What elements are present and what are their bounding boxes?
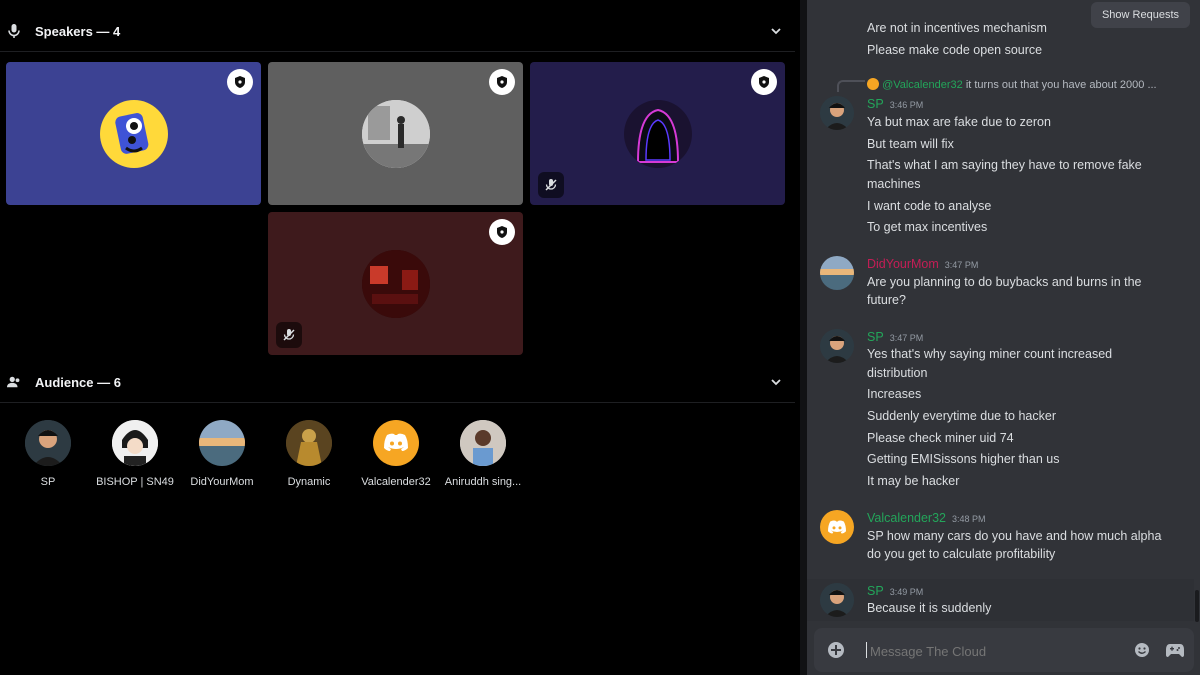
speaker-tile[interactable] [6, 62, 261, 205]
username[interactable]: SP [867, 584, 884, 598]
username[interactable]: SP [867, 330, 884, 344]
audience-member[interactable]: Dynamic [266, 420, 352, 488]
gamepad-icon[interactable] [1166, 643, 1184, 657]
moderator-shield-icon [489, 69, 515, 95]
message-text: Increases [867, 387, 922, 401]
message-header: SP 3:47 PM [867, 330, 923, 344]
discord-logo-icon [373, 420, 419, 466]
audience-name: Aniruddh sing... [444, 476, 522, 488]
message-header: DidYourMom 3:47 PM [867, 257, 978, 271]
message-text: SP how many cars do you have and how muc… [867, 529, 1162, 543]
chevron-down-icon[interactable] [769, 24, 783, 38]
avatar[interactable] [820, 256, 854, 290]
moderator-shield-icon [751, 69, 777, 95]
avatar [112, 420, 158, 466]
chevron-down-icon[interactable] [769, 375, 783, 389]
speaker-tile[interactable] [268, 62, 523, 205]
audience-member[interactable]: DidYourMom [179, 420, 265, 488]
message-hover-row[interactable] [807, 579, 1194, 621]
avatar [25, 420, 71, 466]
chat-panel: Show Requests Are not in incentives mech… [807, 0, 1200, 675]
username[interactable]: SP [867, 97, 884, 111]
message-text: Suddenly everytime due to hacker [867, 409, 1056, 423]
avatar [361, 99, 430, 168]
message-text: Because it is suddenly [867, 601, 992, 615]
reply-connector [837, 80, 865, 92]
avatar [99, 99, 168, 168]
reply-reference[interactable]: @Valcalender32 it turns out that you hav… [867, 78, 1157, 91]
text-cursor [866, 642, 867, 658]
avatar [361, 249, 430, 318]
stage-panel: Speakers — 4 Audience — 6 SP BISHOP | SN… [0, 0, 800, 675]
avatar [623, 99, 692, 168]
avatar [286, 420, 332, 466]
message-text: future? [867, 293, 906, 307]
message-composer [814, 628, 1194, 672]
audience-member[interactable]: Valcalender32 [353, 420, 439, 488]
avatar[interactable] [820, 96, 854, 130]
message-text: Please make code open source [867, 43, 1043, 57]
message-text: distribution [867, 366, 928, 380]
message-text: To get max incentives [867, 220, 988, 234]
message-text: Please check miner uid 74 [867, 431, 1014, 445]
microphone-icon [7, 24, 21, 38]
muted-mic-icon [538, 172, 564, 198]
timestamp: 3:47 PM [944, 260, 979, 270]
moderator-shield-icon [489, 219, 515, 245]
message-input[interactable] [868, 640, 1122, 662]
timestamp: 3:49 PM [889, 587, 924, 597]
message-text: machines [867, 177, 921, 191]
audience-member[interactable]: Aniruddh sing... [440, 420, 526, 488]
timestamp: 3:47 PM [889, 333, 924, 343]
audience-member[interactable]: SP [5, 420, 91, 488]
scrollbar[interactable] [1195, 590, 1199, 622]
message-text: Getting EMISissons higher than us [867, 452, 1060, 466]
message-text: Yes that's why saying miner count increa… [867, 347, 1113, 361]
message-header: SP 3:49 PM [867, 584, 923, 598]
speakers-header[interactable]: Speakers — 4 [0, 11, 795, 51]
message-text: It may be hacker [867, 474, 960, 488]
speakers-title: Speakers — 4 [35, 23, 121, 39]
panel-resize-handle[interactable] [800, 0, 807, 675]
audience-name: DidYourMom [190, 476, 254, 488]
speaker-tile[interactable] [530, 62, 785, 205]
muted-mic-icon [276, 322, 302, 348]
avatar[interactable] [820, 329, 854, 363]
divider [0, 51, 795, 52]
timestamp: 3:48 PM [952, 514, 986, 524]
message-text: Are you planning to do buybacks and burn… [867, 275, 1142, 289]
audience-name: Dynamic [287, 476, 331, 488]
message-text: That's what I am saying they have to rem… [867, 158, 1142, 172]
audience-header[interactable]: Audience — 6 [0, 362, 795, 402]
discord-logo-icon [867, 78, 879, 90]
reply-mention: @Valcalender32 [882, 79, 963, 91]
speaker-tile[interactable] [268, 212, 523, 355]
message-header: SP 3:46 PM [867, 97, 923, 111]
add-attachment-icon[interactable] [828, 642, 844, 658]
moderator-shield-icon [227, 69, 253, 95]
avatar[interactable] [820, 583, 854, 617]
emoji-icon[interactable] [1134, 642, 1150, 658]
message-text: But team will fix [867, 137, 954, 151]
timestamp: 3:46 PM [889, 100, 924, 110]
avatar [199, 420, 245, 466]
message-header: Valcalender32 3:48 PM [867, 511, 986, 525]
audience-member[interactable]: BISHOP | SN49 [92, 420, 178, 488]
audience-name: Valcalender32 [361, 476, 431, 488]
username[interactable]: DidYourMom [867, 257, 939, 271]
avatar [460, 420, 506, 466]
divider [0, 402, 795, 403]
message-text: Ya but max are fake due to zeron [867, 115, 1051, 129]
message-text: I want code to analyse [867, 199, 992, 213]
message-text: do you get to calculate profitability [867, 547, 1056, 561]
discord-logo-icon[interactable] [820, 510, 854, 544]
people-icon [7, 375, 21, 389]
username[interactable]: Valcalender32 [867, 511, 946, 525]
audience-title: Audience — 6 [35, 374, 121, 390]
reply-preview: it turns out that you have about 2000 ..… [965, 79, 1157, 91]
show-requests-button[interactable]: Show Requests [1090, 2, 1190, 28]
audience-name: SP [40, 476, 56, 488]
message-text: Are not in incentives mechanism [867, 21, 1047, 35]
audience-name: BISHOP | SN49 [96, 476, 174, 488]
